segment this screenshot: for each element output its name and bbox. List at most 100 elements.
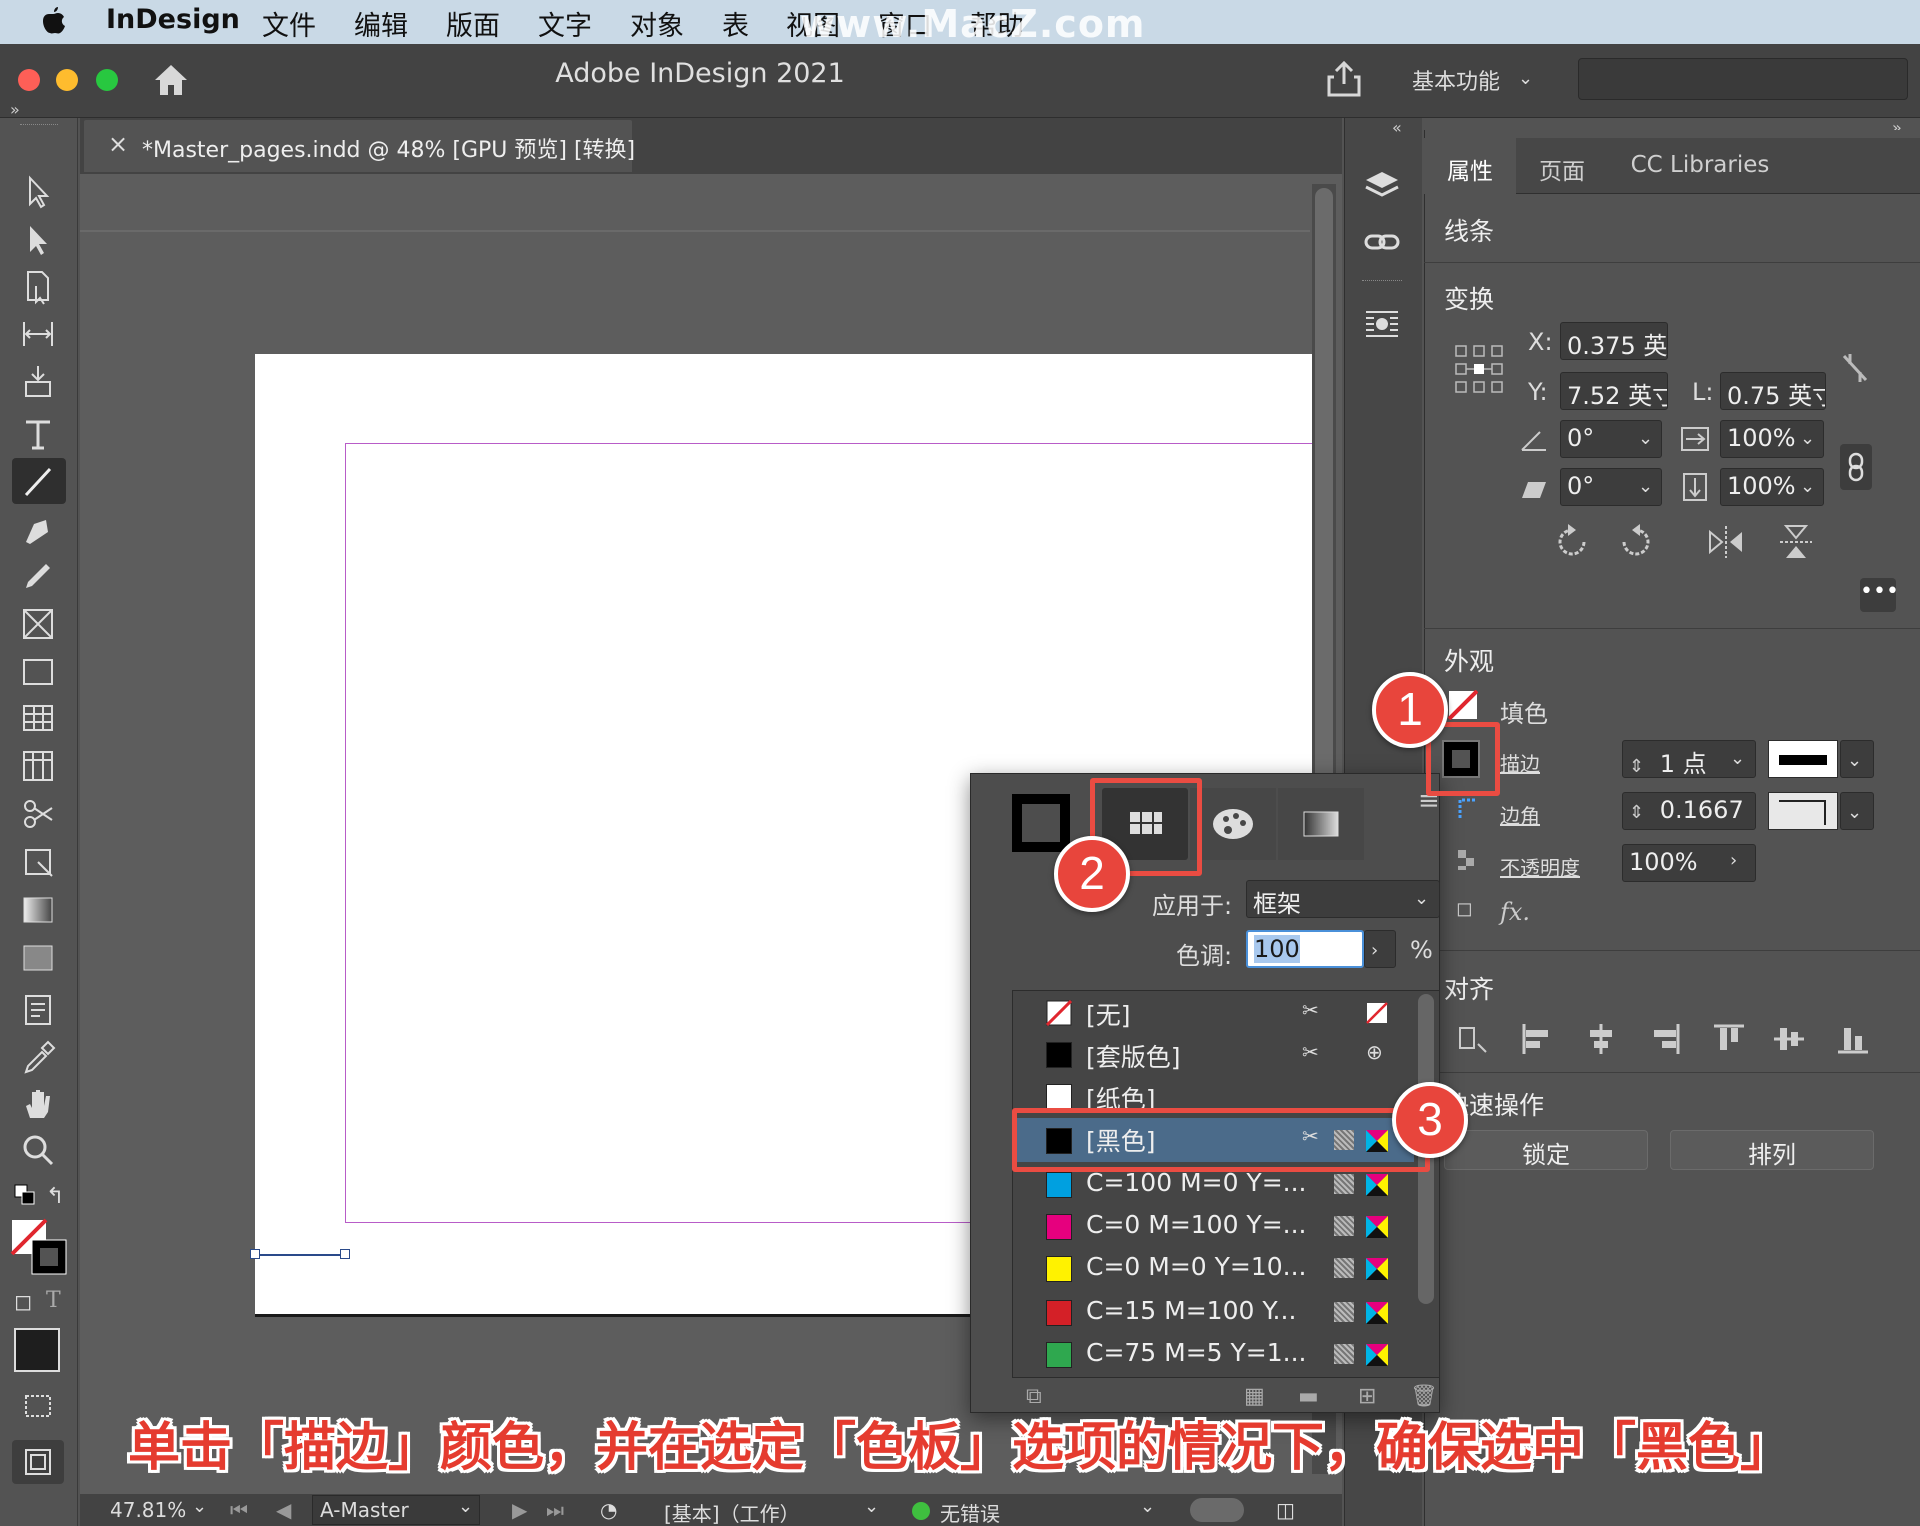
chevron-down-icon[interactable]: ⌄	[1414, 888, 1429, 909]
line-handle-end[interactable]	[340, 1249, 350, 1259]
chevron-down-icon[interactable]: ⌄	[1518, 68, 1533, 89]
effects-button[interactable]: fx.	[1500, 898, 1530, 926]
chevron-right-icon[interactable]: ›	[1730, 850, 1737, 871]
eyedropper-tool-icon[interactable]	[18, 1038, 60, 1078]
stroke-type-select[interactable]	[1768, 740, 1838, 778]
swap-fill-stroke-icon[interactable]: ↰	[46, 1184, 64, 1209]
opacity-label[interactable]: 不透明度	[1500, 852, 1580, 881]
rectangle-frame-tool-icon[interactable]	[18, 604, 60, 644]
chevron-down-icon[interactable]: ⌄	[864, 1496, 879, 1517]
stepper-icon[interactable]: ⇕	[1629, 802, 1644, 823]
hand-tool-icon[interactable]	[18, 1084, 60, 1124]
rotate-counterclockwise-icon[interactable]	[1616, 522, 1656, 562]
vertical-scrollbar-thumb[interactable]	[1315, 188, 1333, 868]
line-handle-start[interactable]	[250, 1249, 260, 1259]
gradient-swatch-tool-icon[interactable]	[18, 890, 60, 930]
reference-point-icon[interactable]	[1454, 344, 1504, 394]
tint-slider-toggle[interactable]: ›	[1364, 930, 1396, 968]
pencil-tool-icon[interactable]	[18, 556, 60, 596]
workspace-switcher[interactable]: 基本功能	[1412, 64, 1500, 96]
corner-shape-select[interactable]	[1768, 792, 1838, 830]
align-horizontal-center-icon[interactable]	[1584, 1022, 1618, 1056]
swatch-row-none[interactable]	[1012, 992, 1414, 1034]
align-to-selection-icon[interactable]	[1456, 1022, 1490, 1056]
table-tool-icon[interactable]	[18, 698, 60, 738]
menu-edit[interactable]: 编辑	[354, 4, 408, 43]
arrange-button[interactable]: 排列	[1670, 1130, 1874, 1170]
collapse-panels-icon[interactable]: «	[1392, 118, 1402, 137]
chevron-down-icon[interactable]: ⌄	[1140, 1496, 1155, 1517]
tab-properties[interactable]: 属性	[1424, 138, 1516, 194]
strip-grip[interactable]	[1362, 280, 1402, 284]
text-wrap-icon[interactable]	[1362, 304, 1402, 344]
split-window-icon[interactable]: ◫	[1276, 1498, 1295, 1522]
stepper-icon[interactable]: ⇕	[1629, 756, 1644, 777]
share-icon[interactable]	[1326, 60, 1362, 98]
previous-page-icon[interactable]: ◀	[276, 1498, 291, 1522]
gap-tool-icon[interactable]	[18, 314, 60, 354]
x-position-input[interactable]: 0.375 英	[1560, 322, 1668, 360]
toolbox-grip[interactable]	[20, 124, 58, 128]
apple-icon[interactable]	[40, 6, 66, 36]
stroke-proxy[interactable]	[1012, 794, 1070, 852]
selected-line[interactable]	[255, 1254, 346, 1256]
menu-object[interactable]: 对象	[630, 4, 684, 43]
fill-stroke-proxy[interactable]	[10, 1218, 68, 1276]
corner-label[interactable]: 边角	[1500, 800, 1540, 829]
unlink-icon[interactable]	[1840, 350, 1870, 386]
menu-layout[interactable]: 版面	[446, 4, 500, 43]
align-top-icon[interactable]	[1712, 1022, 1746, 1056]
align-vertical-center-icon[interactable]	[1772, 1022, 1806, 1056]
menu-table[interactable]: 表	[722, 4, 749, 43]
column-tool-icon[interactable]	[18, 746, 60, 786]
apply-color-icon[interactable]	[14, 1328, 60, 1372]
formatting-text-icon[interactable]: T	[46, 1288, 61, 1313]
horizontal-scroll-thumb[interactable]	[1190, 1498, 1244, 1522]
color-mode-button[interactable]	[1190, 788, 1276, 860]
scissors-tool-icon[interactable]	[18, 794, 60, 834]
align-right-icon[interactable]	[1648, 1022, 1682, 1056]
effects-toggle-icon[interactable]: ◻	[1456, 896, 1473, 920]
fill-none-swatch-icon[interactable]	[1448, 690, 1478, 720]
tab-cc-libraries[interactable]: CC Libraries	[1608, 138, 1792, 194]
expand-toolbox-icon[interactable]: »	[10, 100, 20, 119]
last-page-icon[interactable]: ⏭	[546, 1498, 564, 1522]
content-collector-tool-icon[interactable]	[18, 362, 60, 402]
chevron-down-icon[interactable]: ⌄	[1730, 748, 1745, 769]
y-position-input[interactable]: 7.52 英寸	[1560, 372, 1668, 410]
apply-to-select[interactable]: 框架	[1246, 880, 1440, 918]
constrain-proportions-button[interactable]	[1840, 444, 1872, 490]
flip-vertical-icon[interactable]	[1776, 522, 1816, 562]
gradient-feather-tool-icon[interactable]	[18, 938, 60, 978]
close-tab-icon[interactable]: ×	[108, 130, 128, 158]
chevron-down-icon[interactable]: ⌄	[1638, 428, 1653, 449]
menu-type[interactable]: 文字	[538, 4, 592, 43]
chevron-down-icon[interactable]: ⌄	[1638, 476, 1653, 497]
selection-tool-icon[interactable]	[18, 172, 60, 212]
chevron-down-icon[interactable]: ⌄	[1800, 428, 1815, 449]
zoom-tool-icon[interactable]	[18, 1130, 60, 1170]
tab-pages[interactable]: 页面	[1516, 138, 1608, 194]
links-icon[interactable]	[1362, 222, 1402, 262]
line-tool-icon[interactable]	[18, 461, 60, 501]
page-tool-icon[interactable]	[18, 266, 60, 306]
layers-icon[interactable]	[1362, 166, 1402, 206]
default-fill-stroke-icon[interactable]	[14, 1184, 36, 1206]
preflight-profile[interactable]: [基本]（工作）	[664, 1498, 800, 1526]
align-left-icon[interactable]	[1520, 1022, 1554, 1056]
corner-size-input[interactable]: ⇕ 0.1667	[1622, 792, 1756, 830]
lock-button[interactable]: 锁定	[1444, 1130, 1648, 1170]
corner-shape-dropdown[interactable]: ⌄	[1840, 792, 1874, 830]
swatch-row-registration[interactable]	[1012, 1034, 1414, 1076]
menu-file[interactable]: 文件	[262, 4, 316, 43]
chevron-down-icon[interactable]: ⌄	[192, 1496, 207, 1517]
search-input[interactable]	[1578, 58, 1908, 100]
menu-app-name[interactable]: InDesign	[106, 4, 240, 35]
note-tool-icon[interactable]	[18, 990, 60, 1030]
stroke-label[interactable]: 描边	[1500, 748, 1540, 777]
tint-input[interactable]: 100	[1246, 930, 1364, 968]
gradient-mode-button[interactable]	[1278, 788, 1364, 860]
free-transform-tool-icon[interactable]	[18, 842, 60, 882]
rectangle-tool-icon[interactable]	[18, 652, 60, 692]
chevron-down-icon[interactable]: ⌄	[1800, 476, 1815, 497]
